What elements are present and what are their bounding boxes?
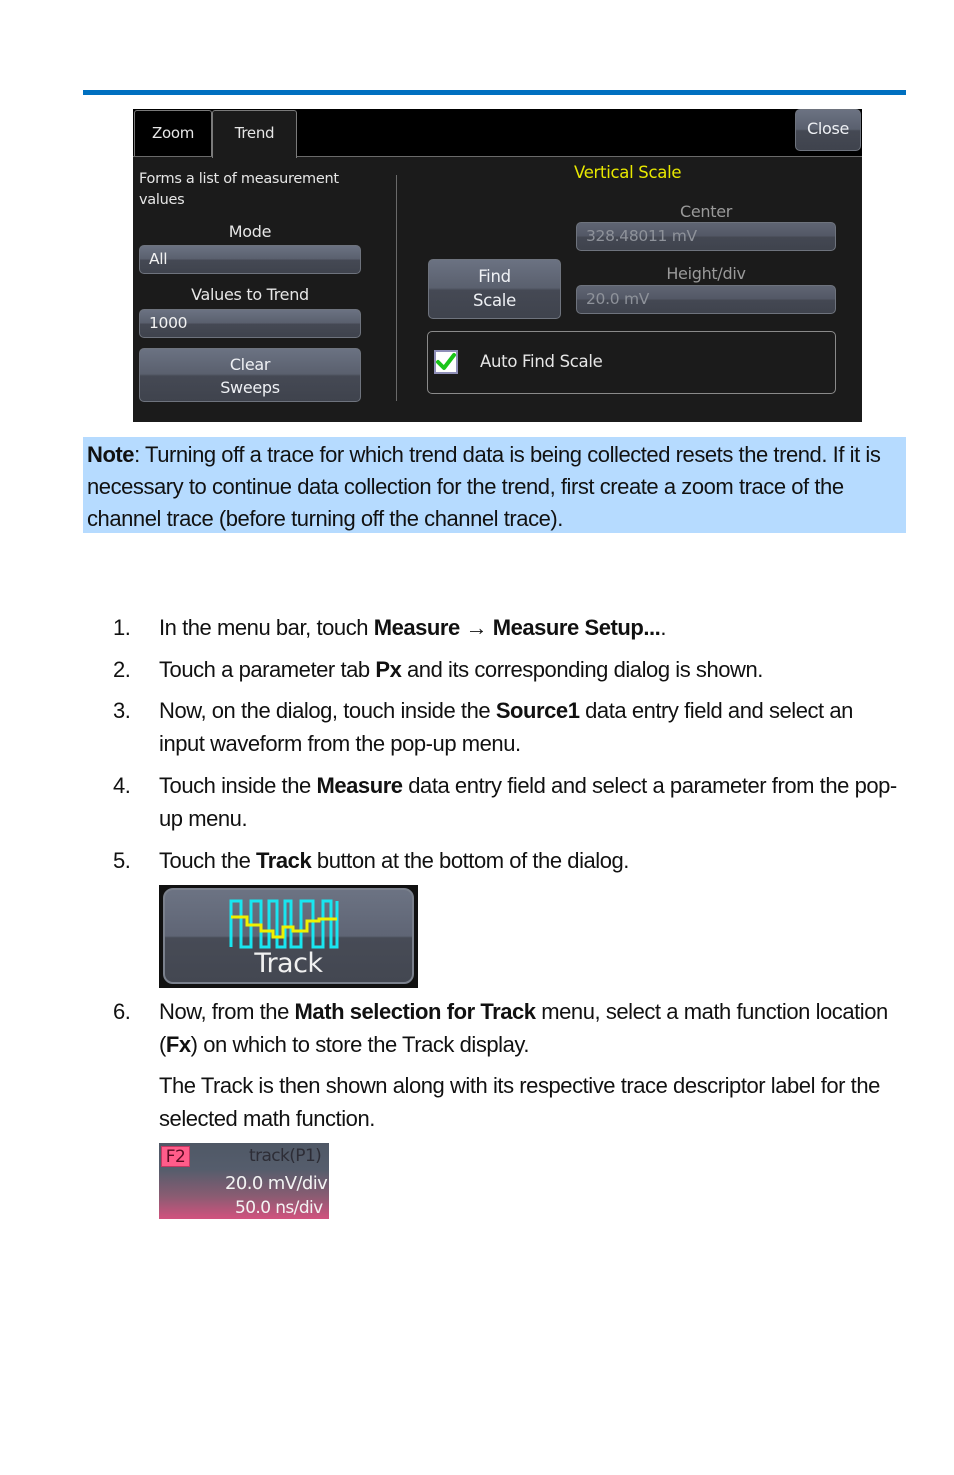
step-text: Touch inside the Measure data entry fiel…: [159, 773, 897, 831]
center-label: Center: [679, 202, 733, 221]
track-waveform-icon: [229, 899, 339, 949]
mode-select[interactable]: All: [139, 245, 361, 274]
tab-zoom[interactable]: Zoom: [134, 110, 212, 156]
center-input[interactable]: 328.48011 mV: [576, 222, 836, 251]
track-button-label: Track: [254, 948, 323, 979]
auto-find-scale-group: Auto Find Scale: [427, 331, 836, 394]
values-to-trend-label: Values to Trend: [191, 285, 309, 304]
auto-find-scale-checkbox[interactable]: [434, 350, 458, 374]
step-text: Now, from the Math selection for Track m…: [159, 999, 888, 1057]
step-number: 1.: [113, 615, 131, 640]
tab-trend[interactable]: Trend: [212, 110, 297, 158]
find-scale-line1: Find: [478, 267, 511, 286]
height-div-input[interactable]: 20.0 mV: [576, 285, 836, 314]
values-to-trend-input[interactable]: 1000: [139, 309, 361, 338]
note-text: : Turning off a trace for which trend da…: [87, 442, 881, 531]
trace-function: track(P1): [249, 1146, 322, 1166]
clear-sweeps-line1: Clear: [229, 355, 271, 374]
find-scale-button[interactable]: Find Scale: [428, 259, 561, 319]
close-button[interactable]: Close: [795, 109, 861, 151]
step-number: 2.: [113, 657, 131, 682]
clear-sweeps-button[interactable]: Clear Sweeps: [139, 348, 361, 402]
find-scale-line2: Scale: [473, 291, 516, 310]
vertical-scale-title: Vertical Scale: [574, 163, 682, 182]
step-6-followup: The Track is then shown along with its r…: [159, 1073, 880, 1131]
height-div-label: Height/div: [666, 264, 746, 283]
trend-description: Forms a list of measurement values: [139, 171, 339, 208]
trace-badge: F2: [161, 1146, 190, 1167]
step-text: In the menu bar, touch Measure → Measure…: [159, 615, 666, 640]
note-box: Note: Turning off a trace for which tren…: [83, 437, 906, 533]
track-button[interactable]: Track: [163, 888, 414, 984]
step-number: 4.: [113, 773, 131, 798]
mode-label: Mode: [228, 222, 272, 241]
trace-vertical-scale: 20.0 mV/div: [225, 1173, 328, 1194]
trace-descriptor-f2[interactable]: F2 track(P1) 20.0 mV/div 50.0 ns/div: [159, 1143, 329, 1219]
step-number: 6.: [113, 999, 131, 1024]
step-text: Touch the Track button at the bottom of …: [159, 848, 629, 873]
step-text: Now, on the dialog, touch inside the Sou…: [159, 698, 853, 756]
trace-horizontal-scale: 50.0 ns/div: [235, 1198, 323, 1218]
step-number: 5.: [113, 848, 131, 873]
note-label: Note: [87, 442, 135, 467]
step-number: 3.: [113, 698, 131, 723]
clear-sweeps-line2: Sweeps: [220, 378, 280, 397]
header-rule: [83, 90, 906, 95]
step-text: Touch a parameter tab Px and its corresp…: [159, 657, 763, 682]
auto-find-scale-label: Auto Find Scale: [480, 352, 603, 371]
trend-dialog: Zoom Trend Close Forms a list of measure…: [133, 109, 862, 422]
track-button-image: Track: [159, 885, 418, 988]
checkmark-icon: [436, 353, 456, 370]
dialog-divider: [396, 175, 397, 401]
